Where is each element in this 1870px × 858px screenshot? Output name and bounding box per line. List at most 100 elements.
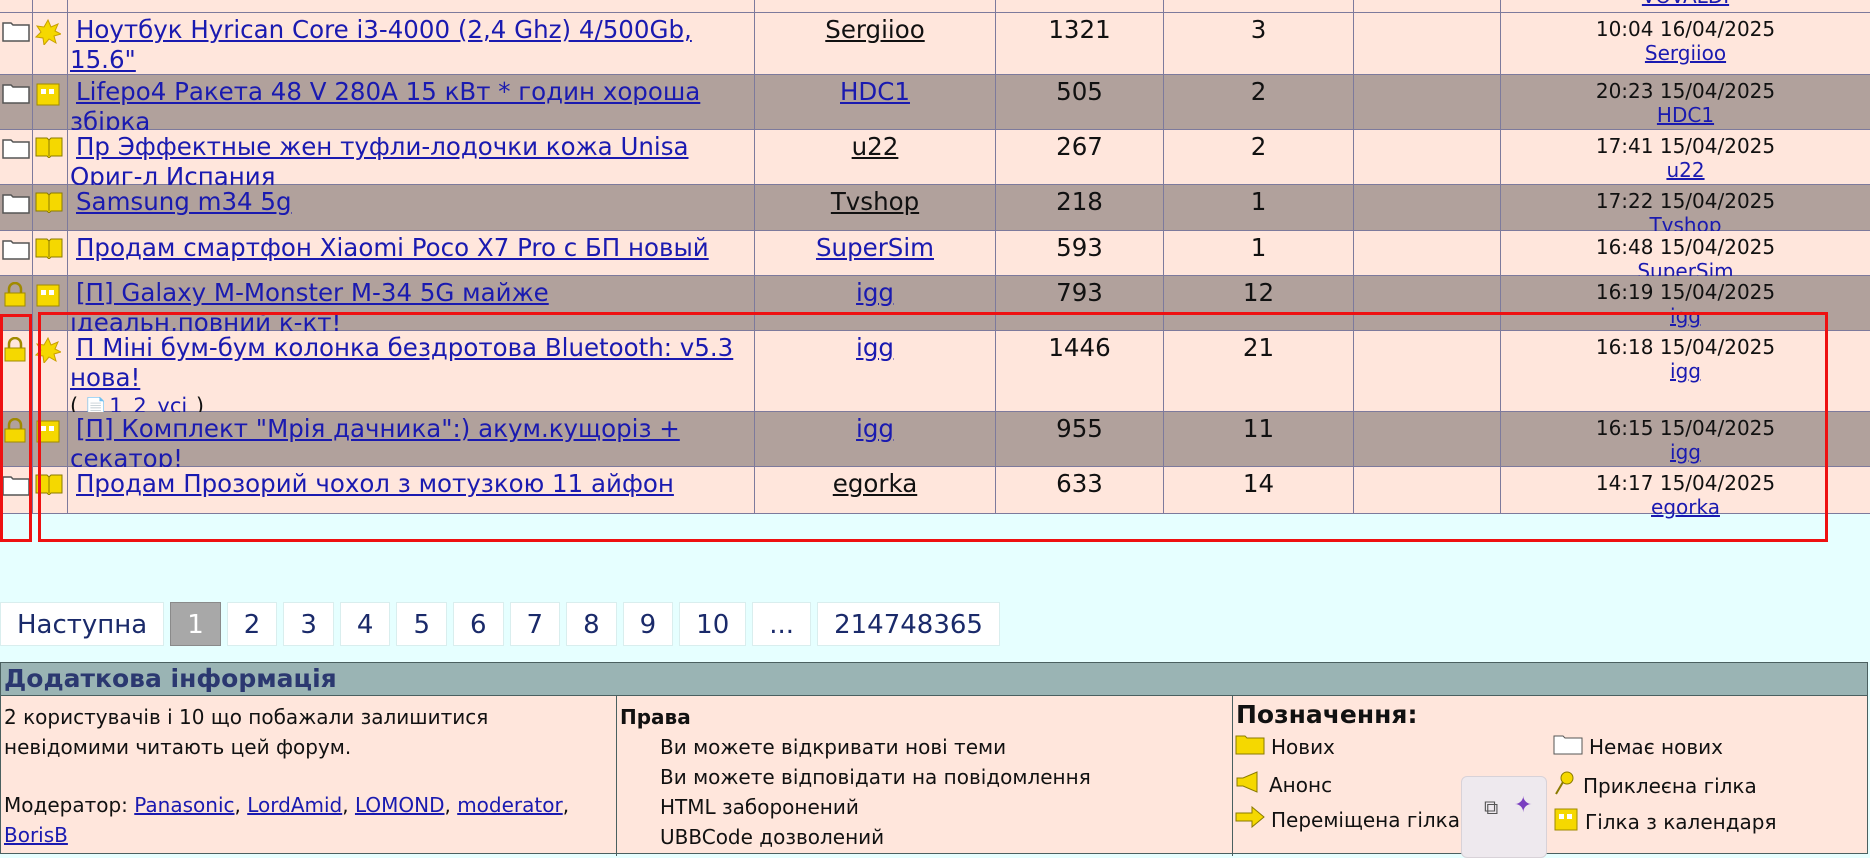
- last-post-time: 17:41 15/04/2025: [1595, 134, 1776, 158]
- replies-count: 2: [1164, 75, 1354, 129]
- rights-item: Ви можете відкривати нові теми: [660, 735, 1007, 759]
- page-button[interactable]: 9: [622, 602, 674, 646]
- page-button[interactable]: 214748365: [817, 602, 1000, 646]
- legend-item: Немає нових: [1553, 732, 1723, 761]
- page-button[interactable]: 4: [339, 602, 391, 646]
- topic-author-link[interactable]: u22: [852, 132, 899, 161]
- rights-item: Ви можете відповідати на повідомлення: [660, 765, 1091, 789]
- views-count: 1321: [996, 13, 1164, 74]
- last-post-user-link[interactable]: Sergiioo: [1645, 41, 1726, 65]
- moderator-label: Модератор:: [4, 793, 128, 817]
- page-button[interactable]: 5: [396, 602, 447, 646]
- legend-label: Приклеєна гілка: [1583, 773, 1757, 798]
- last-post-user-link[interactable]: u22: [1666, 158, 1704, 182]
- book-icon: [35, 237, 63, 263]
- last-post-time: 16:48 15/04/2025: [1595, 235, 1776, 259]
- rights-item: UBBCode дозволений: [660, 825, 885, 849]
- page-button[interactable]: 10: [679, 602, 747, 646]
- topic-title-link[interactable]: Пр Эффектные жен туфли-лодочки кожа Unis…: [70, 132, 689, 191]
- views-count: 505: [996, 75, 1164, 129]
- folder-icon: [2, 237, 30, 265]
- last-post-time: 20:23 15/04/2025: [1595, 79, 1776, 103]
- replies-count: 3: [1164, 13, 1354, 74]
- table-row: VOVALDI: [0, 0, 1870, 13]
- folder-icon: [2, 81, 30, 109]
- highlight-locked-rows: [38, 312, 1828, 542]
- page-button[interactable]: 8: [566, 602, 617, 646]
- users-text: 2 користувачів і 10 що побажали залишити…: [4, 705, 489, 759]
- topic-author-link[interactable]: SuperSim: [816, 233, 934, 262]
- topic-author-link[interactable]: HDC1: [840, 77, 910, 106]
- folder-icon: [2, 136, 30, 164]
- table-row: Lifepo4 Ракета 48 V 280А 15 кВт * годин …: [0, 75, 1870, 136]
- legend-item: Нових: [1235, 732, 1335, 761]
- book-icon: [35, 136, 63, 162]
- topic-title-link[interactable]: Samsung m34 5g: [76, 187, 292, 216]
- calendar-icon: [35, 282, 61, 312]
- moderator-link[interactable]: LordAmid: [247, 793, 342, 817]
- legend-item: Приклеєна гілка: [1553, 770, 1757, 801]
- legend-column: Позначення: Нових Немає нових Анонс Приклеє…: [1233, 696, 1867, 856]
- table-row: Ноутбук Hyrican Core i3-4000 (2,4 Ghz) 4…: [0, 13, 1870, 75]
- replies-count: 1: [1164, 231, 1354, 275]
- views-count: 267: [996, 130, 1164, 184]
- legend-label: Анонс: [1269, 772, 1333, 797]
- topic-author-link[interactable]: Sergiioo: [825, 15, 924, 44]
- table-row: Пр Эффектные жен туфли-лодочки кожа Unis…: [0, 130, 1870, 191]
- legend-label: Гілка з календаря: [1585, 809, 1777, 834]
- rights-item: HTML заборонений: [660, 795, 859, 819]
- topic-title-link[interactable]: Ноутбук Hyrican Core i3-4000 (2,4 Ghz) 4…: [70, 15, 692, 74]
- pin-icon: [1553, 770, 1577, 801]
- page-button[interactable]: 3: [283, 602, 334, 646]
- topic-author-link[interactable]: Tvshop: [831, 187, 919, 216]
- rights-column: Права Ви можете відкривати нові теми Ви м…: [617, 696, 1233, 856]
- announce-icon: [1235, 770, 1263, 799]
- legend-title: Позначення:: [1236, 700, 1418, 729]
- legend-label: Переміщена гілка: [1271, 807, 1461, 832]
- last-post-user-link[interactable]: VOVALDI: [1642, 0, 1729, 8]
- calendar-icon: [35, 81, 61, 111]
- views-count: 218: [996, 185, 1164, 230]
- legend-item: Гілка з календаря: [1553, 806, 1777, 837]
- folder-empty-icon: [1553, 732, 1583, 761]
- folder-icon: [2, 19, 30, 47]
- views-count: 593: [996, 231, 1164, 275]
- moderators-line: Модератор: Panasonic, LordAmid, LOMOND, …: [4, 793, 570, 847]
- page-button[interactable]: 1: [170, 602, 221, 646]
- page-button[interactable]: ...: [752, 602, 812, 646]
- moderator-link[interactable]: BorisB: [4, 823, 68, 847]
- next-page-button[interactable]: Наступна: [0, 602, 165, 646]
- topic-title-link[interactable]: Lifepo4 Ракета 48 V 280А 15 кВт * годин …: [70, 77, 700, 136]
- page-button[interactable]: 7: [509, 602, 561, 646]
- highlight-lock-column: [0, 314, 32, 542]
- moderator-link[interactable]: moderator: [457, 793, 563, 817]
- folder-icon: [2, 191, 30, 219]
- legend-item: Анонс: [1235, 770, 1332, 799]
- moved-arrow-icon: [1235, 805, 1265, 833]
- moderator-link[interactable]: LOMOND: [355, 793, 445, 817]
- book-icon: [35, 191, 63, 217]
- table-row: Продам смартфон Xiaomi Poco X7 Pro с БП …: [0, 231, 1870, 283]
- last-post-time: 16:19 15/04/2025: [1595, 280, 1776, 304]
- table-row: Samsung m34 5g Tvshop 218 1 17:22 15/04/…: [0, 185, 1870, 237]
- legend-item: Переміщена гілка: [1235, 805, 1461, 833]
- last-post-time: 17:22 15/04/2025: [1595, 189, 1776, 213]
- rights-title: Права: [620, 705, 691, 729]
- moderator-link[interactable]: Panasonic: [134, 793, 234, 817]
- lock-icon: [2, 281, 28, 312]
- copy-icon[interactable]: ⧉: [1484, 795, 1498, 819]
- folder-yellow-icon: [1235, 732, 1265, 761]
- last-post-time: 10:04 16/04/2025: [1595, 17, 1776, 41]
- topic-title-link[interactable]: Продам смартфон Xiaomi Poco X7 Pro с БП …: [76, 233, 709, 262]
- last-post-user-link[interactable]: HDC1: [1657, 103, 1714, 127]
- topic-author-link[interactable]: igg: [856, 278, 894, 307]
- replies-count: 1: [1164, 185, 1354, 230]
- page-button[interactable]: 2: [226, 602, 278, 646]
- hot-topic-icon: [34, 18, 63, 49]
- assistant-icon[interactable]: ✦: [1514, 793, 1532, 818]
- replies-count: 2: [1164, 130, 1354, 184]
- legend-label: Нових: [1271, 734, 1335, 759]
- pagination: Наступна 1 2 3 4 5 6 7 8 9 10... 214748365: [0, 602, 1000, 648]
- page-button[interactable]: 6: [452, 602, 504, 646]
- additional-info-panel: Додаткова інформація 2 користувачів і 10…: [0, 662, 1868, 856]
